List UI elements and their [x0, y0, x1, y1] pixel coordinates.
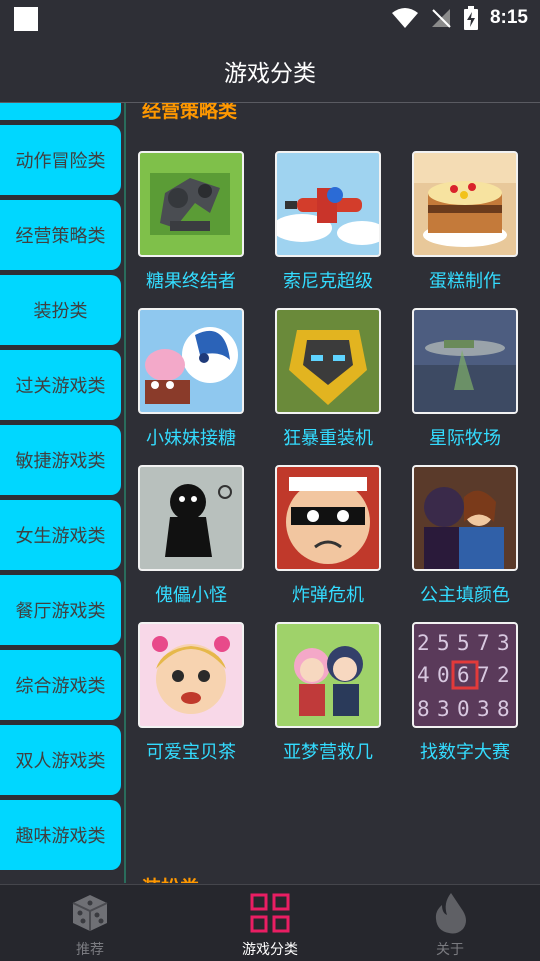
game-thumbnail — [275, 308, 381, 414]
category-sidebar[interactable]: 动作冒险类 经营策略类 装扮类 过关游戏类 敏捷游戏类 女生游戏类 餐厅游戏类 … — [0, 103, 124, 883]
nav-tab-about[interactable]: 关于 — [360, 885, 540, 961]
puzzle-digit: 3 — [477, 697, 490, 721]
sidebar-item-dressup[interactable]: 装扮类 — [0, 275, 121, 345]
sidebar-item-restaurant[interactable]: 餐厅游戏类 — [0, 575, 121, 645]
sidebar-item-label: 装扮类 — [33, 301, 88, 322]
game-card[interactable]: 蛋糕制作 — [400, 151, 530, 293]
game-name: 找数字大赛 — [420, 742, 510, 763]
puzzle-digit: 8 — [417, 697, 430, 721]
game-thumbnail — [138, 308, 244, 414]
nav-label: 关于 — [436, 942, 464, 958]
game-card[interactable]: 亚梦营救几 — [263, 622, 393, 764]
nav-label: 推荐 — [76, 942, 104, 958]
sidebar-item-label: 经营策略类 — [15, 226, 106, 247]
title-bar: 游戏分类 — [0, 36, 540, 103]
game-name: 糖果终结者 — [146, 271, 236, 292]
game-thumbnail: 2 5 5 7 3 4 0 6 7 2 8 3 0 3 8 — [412, 622, 518, 728]
game-card[interactable]: 狂暴重装机 — [263, 308, 393, 450]
game-name: 索尼克超级 — [283, 271, 373, 292]
dice-icon — [72, 895, 108, 931]
sidebar-item-agility[interactable]: 敏捷游戏类 — [0, 425, 121, 495]
game-name: 炸弹危机 — [292, 585, 364, 606]
sidebar-item-girls[interactable]: 女生游戏类 — [0, 500, 121, 570]
puzzle-digit: 3 — [497, 631, 510, 655]
game-card[interactable]: 糖果终结者 — [126, 151, 256, 293]
game-name: 小妹妹接糖 — [146, 428, 236, 449]
page-title: 游戏分类 — [224, 61, 316, 87]
nav-tab-categories[interactable]: 游戏分类 — [180, 885, 360, 961]
game-thumbnail — [412, 308, 518, 414]
status-bar: 8:15 — [0, 0, 540, 36]
sidebar-item-strategy[interactable]: 经营策略类 — [0, 200, 121, 270]
game-name: 傀儡小怪 — [155, 585, 227, 606]
status-time: 8:15 — [489, 7, 528, 28]
nav-label: 游戏分类 — [242, 942, 298, 958]
game-name: 可爱宝贝茶 — [146, 742, 236, 763]
puzzle-digit: 5 — [437, 631, 450, 655]
sidebar-item-level[interactable]: 过关游戏类 — [0, 350, 121, 420]
flame-icon — [435, 893, 466, 934]
sidebar-item-label: 双人游戏类 — [15, 751, 106, 772]
puzzle-digit: 8 — [497, 697, 510, 721]
sidebar-item-label: 趣味游戏类 — [15, 826, 106, 847]
game-thumbnail — [412, 465, 518, 571]
puzzle-digit: 4 — [417, 663, 430, 687]
sidebar-item-two-player[interactable]: 双人游戏类 — [0, 725, 121, 795]
game-name: 蛋糕制作 — [429, 271, 501, 292]
game-thumbnail — [138, 465, 244, 571]
status-icons: 8:15 — [391, 4, 528, 32]
puzzle-digit: 7 — [477, 631, 490, 655]
game-card[interactable]: 2 5 5 7 3 4 0 6 7 2 8 3 0 3 8 找数字大赛 — [400, 622, 530, 764]
game-thumbnail — [275, 465, 381, 571]
game-name: 狂暴重装机 — [283, 428, 373, 449]
notification-icon — [14, 7, 38, 31]
puzzle-digit: 0 — [437, 663, 450, 687]
next-section-title: 装扮类 — [142, 873, 199, 883]
game-thumbnail — [138, 151, 244, 257]
game-thumbnail — [275, 622, 381, 728]
game-card[interactable]: 公主填颜色 — [400, 465, 530, 607]
game-name: 亚梦营救几 — [283, 742, 373, 763]
sidebar-item-action-adventure[interactable]: 动作冒险类 — [0, 125, 121, 195]
puzzle-digit: 6 — [457, 663, 470, 687]
section-title: 经营策略类 — [142, 103, 238, 122]
no-signal-icon — [431, 9, 451, 28]
game-grid-panel[interactable]: 经营策略类 糖果终结者 索尼克超级 蛋糕制作 小妹妹接糖 狂暴重装机 星际牧场 … — [124, 103, 540, 883]
game-thumbnail — [275, 151, 381, 257]
sidebar-item-label: 餐厅游戏类 — [15, 601, 106, 622]
sidebar-item-partial[interactable] — [0, 103, 121, 120]
game-thumbnail — [412, 151, 518, 257]
puzzle-digit: 3 — [437, 697, 450, 721]
sidebar-item-label: 过关游戏类 — [15, 376, 106, 397]
puzzle-digit: 7 — [477, 663, 490, 687]
puzzle-digit: 2 — [417, 631, 430, 655]
puzzle-digit: 0 — [457, 697, 470, 721]
game-thumbnail — [138, 622, 244, 728]
game-name: 公主填颜色 — [420, 585, 510, 606]
game-card[interactable]: 索尼克超级 — [263, 151, 393, 293]
grid-icon — [250, 893, 290, 933]
game-name: 星际牧场 — [429, 428, 501, 449]
sidebar-item-fun[interactable]: 趣味游戏类 — [0, 800, 121, 870]
game-card[interactable]: 可爱宝贝茶 — [126, 622, 256, 764]
game-card[interactable]: 炸弹危机 — [263, 465, 393, 607]
puzzle-digit: 2 — [497, 663, 510, 687]
sidebar-item-general[interactable]: 综合游戏类 — [0, 650, 121, 720]
sidebar-item-label: 动作冒险类 — [15, 151, 106, 172]
game-card[interactable]: 星际牧场 — [400, 308, 530, 450]
nav-tab-recommend[interactable]: 推荐 — [0, 885, 180, 961]
sidebar-item-label: 女生游戏类 — [15, 526, 106, 547]
game-card[interactable]: 傀儡小怪 — [126, 465, 256, 607]
battery-charging-icon — [463, 6, 478, 30]
sidebar-item-label: 敏捷游戏类 — [15, 451, 106, 472]
wifi-icon — [391, 8, 418, 28]
sidebar-item-label: 综合游戏类 — [15, 676, 106, 697]
puzzle-digit: 5 — [457, 631, 470, 655]
bottom-nav: 推荐 游戏分类 关于 — [0, 884, 540, 961]
game-card[interactable]: 小妹妹接糖 — [126, 308, 256, 450]
